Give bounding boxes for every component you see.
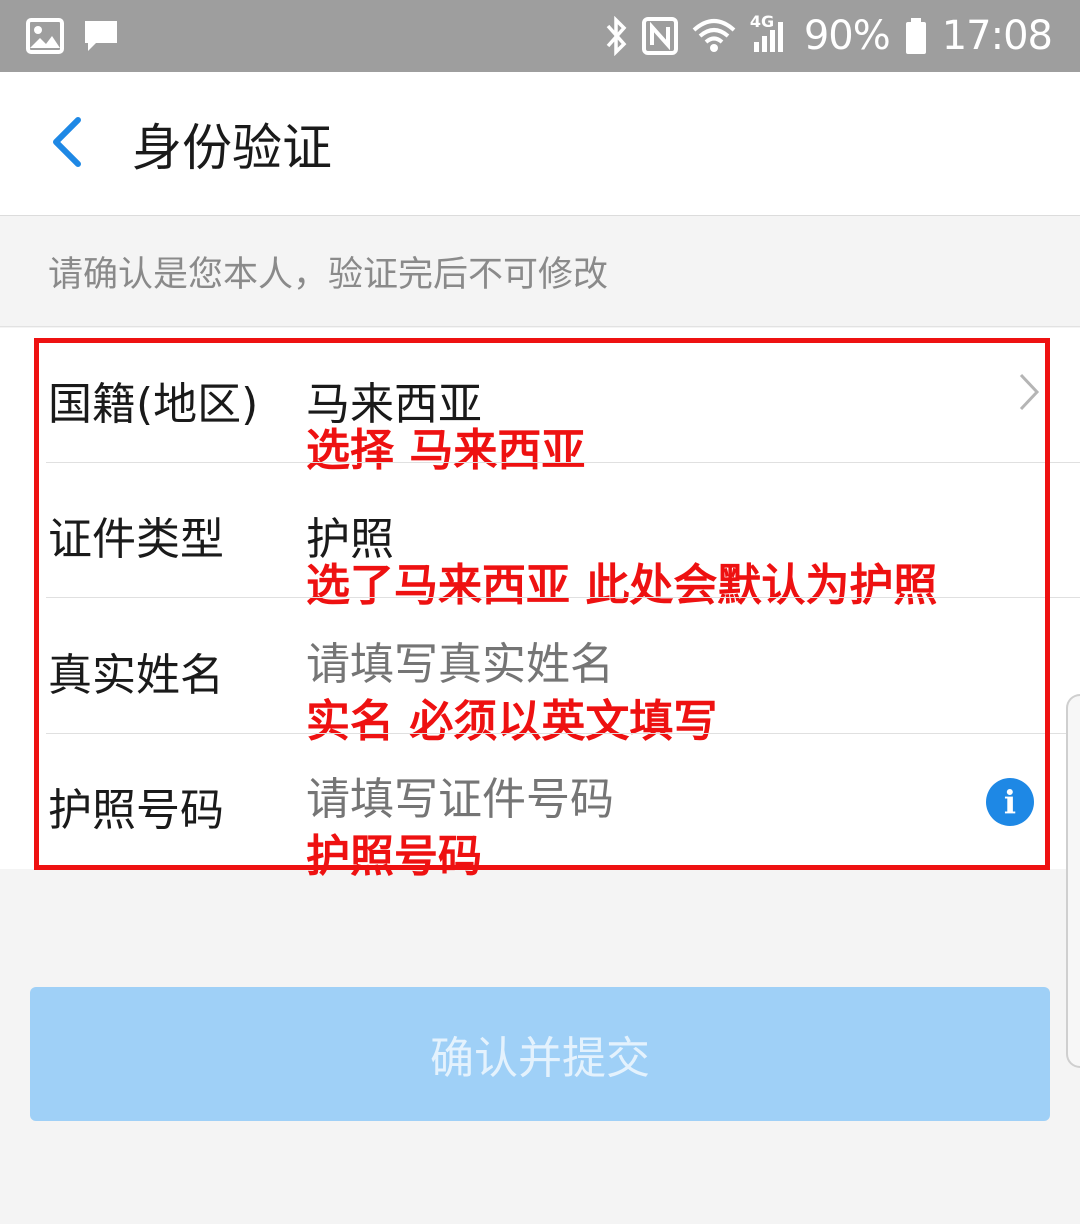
- passport-number-annotation: 护照号码: [306, 831, 482, 882]
- id-type-row: 证件类型 护照 选了马来西亚 此处会默认为护照: [0, 463, 1080, 611]
- bluetooth-icon: [604, 16, 628, 56]
- edge-panel-handle[interactable]: [1066, 694, 1080, 1068]
- back-button[interactable]: [0, 72, 120, 216]
- wifi-icon: [692, 18, 736, 54]
- status-bar: 4G 90% 17:08: [0, 0, 1080, 72]
- identity-form: 国籍(地区) 马来西亚 选择 马来西亚 证件类型 护照 选了马来西亚 此处会默认…: [0, 328, 1080, 882]
- battery-percent: 90%: [803, 13, 891, 59]
- passport-number-label: 护照号码: [48, 785, 224, 836]
- chevron-right-icon: [1018, 372, 1040, 416]
- image-icon: [26, 18, 64, 54]
- nfc-icon: [641, 17, 678, 55]
- real-name-label: 真实姓名: [48, 650, 224, 701]
- info-icon[interactable]: i: [986, 778, 1034, 826]
- back-arrow-icon: [46, 114, 86, 174]
- page-title: 身份验证: [132, 118, 332, 177]
- divider: [46, 597, 1080, 598]
- nationality-label: 国籍(地区): [48, 379, 259, 430]
- real-name-input[interactable]: [306, 639, 946, 690]
- passport-number-input[interactable]: [306, 774, 946, 825]
- verification-notice: 请确认是您本人，验证完后不可修改: [0, 217, 1080, 327]
- message-icon: [82, 18, 120, 54]
- app-header: 身份验证: [0, 72, 1080, 216]
- passport-number-row: 护照号码 护照号码: [0, 734, 1080, 882]
- real-name-row: 真实姓名 实名 必须以英文填写: [0, 599, 1080, 747]
- status-bar-left: [26, 18, 120, 54]
- submit-button[interactable]: 确认并提交: [30, 987, 1050, 1121]
- notice-text: 请确认是您本人，验证完后不可修改: [48, 255, 609, 295]
- nationality-row[interactable]: 国籍(地区) 马来西亚 选择 马来西亚: [0, 328, 1080, 476]
- battery-icon: [904, 16, 928, 56]
- id-type-label: 证件类型: [48, 514, 224, 565]
- signal-4g-icon: 4G: [750, 12, 790, 54]
- network-label: 4G: [749, 12, 775, 31]
- clock: 17:08: [941, 13, 1053, 59]
- status-bar-right: 4G 90% 17:08: [604, 12, 1053, 59]
